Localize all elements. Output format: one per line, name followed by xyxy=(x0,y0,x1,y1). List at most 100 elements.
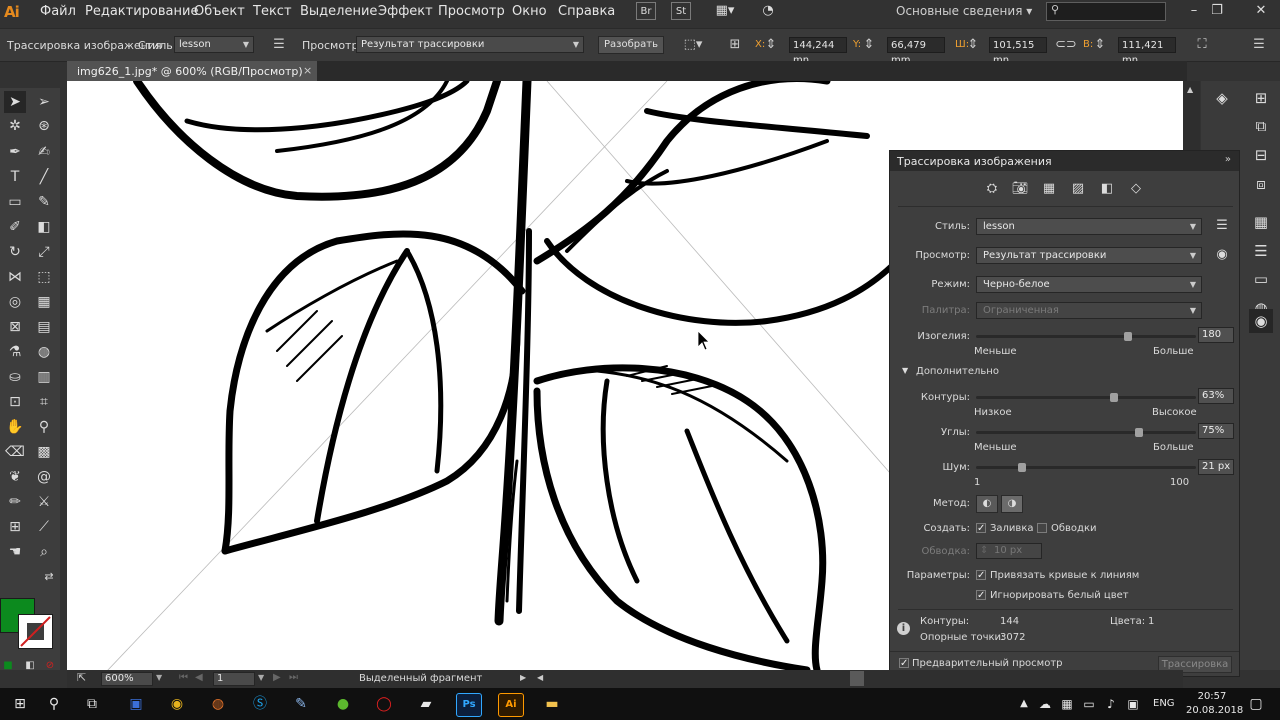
symbol-sprayer-icon[interactable]: ⛀ xyxy=(4,366,26,388)
gradient-mode-icon[interactable]: ◧ xyxy=(22,658,38,674)
artboard-tool-icon[interactable]: ⊡ xyxy=(4,391,26,413)
minimize-icon[interactable]: – xyxy=(1183,0,1205,22)
photoshop-icon[interactable]: Ps xyxy=(456,693,482,717)
menu-object[interactable]: Объект xyxy=(194,4,245,19)
menu-window[interactable]: Окно xyxy=(512,4,547,19)
image-trace-panel-icon[interactable]: ◉ xyxy=(1249,309,1273,333)
last-artboard-icon[interactable]: ⏭ xyxy=(289,672,298,683)
style-select[interactable]: lesson ▼ xyxy=(976,218,1202,235)
puppet-warp-icon[interactable]: ❦ xyxy=(4,466,26,488)
paintbrush-tool-icon[interactable]: ✎ xyxy=(33,191,55,213)
app-green-icon[interactable]: ● xyxy=(331,693,355,715)
align-panel-icon[interactable]: ⊟ xyxy=(1249,143,1273,167)
width-stepper-icon[interactable]: ⇕ xyxy=(966,36,980,54)
next-artboard-icon[interactable]: ▶ xyxy=(273,672,281,683)
firefox-icon[interactable]: ◍ xyxy=(206,693,230,715)
first-artboard-icon[interactable]: ⏮ xyxy=(179,672,188,683)
menu-icon[interactable]: ☰ xyxy=(1249,36,1269,54)
network-icon[interactable]: ▦ xyxy=(1058,693,1076,715)
abutting-method-icon[interactable]: ◐ xyxy=(976,495,998,513)
advanced-toggle[interactable]: Дополнительно xyxy=(916,366,999,377)
control-style-select[interactable]: lesson ▼ xyxy=(174,36,254,53)
shaper-tool-icon[interactable]: ✐ xyxy=(4,216,26,238)
height-field[interactable]: 111,421 mn xyxy=(1118,37,1176,66)
selection-tool-icon[interactable]: ➤ xyxy=(4,91,26,113)
type-tool-icon[interactable]: T xyxy=(4,166,26,188)
mesh-tool-icon[interactable]: ⊠ xyxy=(4,316,26,338)
preview-checkbox[interactable]: ✓ xyxy=(899,658,909,669)
free-transform-icon[interactable]: ⬚ xyxy=(33,266,55,288)
rotate-tool-icon[interactable]: ↻ xyxy=(4,241,26,263)
corners-field[interactable]: 75% xyxy=(1198,423,1234,439)
slider-thumb[interactable] xyxy=(1135,428,1143,437)
close-tab-icon[interactable]: × xyxy=(303,64,312,77)
lasso-icon[interactable]: ⊛ xyxy=(33,115,55,137)
menu-select[interactable]: Выделение xyxy=(300,4,377,19)
shape-builder-icon[interactable]: ◎ xyxy=(4,291,26,313)
twirl-tool-icon[interactable]: @ xyxy=(33,466,55,488)
cloud-icon[interactable]: ☁ xyxy=(1036,693,1054,715)
width-tool-icon[interactable]: ⋈ xyxy=(4,266,26,288)
triangle-down-icon[interactable]: ▼ xyxy=(902,366,908,375)
width-field[interactable]: 101,515 mn xyxy=(989,37,1047,66)
knife-tool-icon[interactable]: ⚔ xyxy=(33,491,55,513)
control-view-select[interactable]: Результат трассировки ▼ xyxy=(356,36,584,53)
workspace-switcher[interactable]: Основные сведения ▾ xyxy=(896,4,1032,18)
stroke-color-swatch[interactable] xyxy=(18,614,53,649)
transform-icon[interactable]: ⛶ xyxy=(1192,36,1212,54)
slice-tool-icon[interactable]: ⌗ xyxy=(33,391,55,413)
gradient-tool-icon[interactable]: ▤ xyxy=(33,316,55,338)
low-color-icon[interactable]: ▦ xyxy=(1039,179,1059,199)
artboard-icon[interactable]: ⊞ xyxy=(4,516,26,538)
snap-curves-checkbox[interactable]: ✓ xyxy=(976,570,986,581)
pencil-tool-icon[interactable]: ✏ xyxy=(4,491,26,513)
expand-button[interactable]: Разобрать xyxy=(598,36,664,54)
tray-expand-icon[interactable]: ▲ xyxy=(1016,693,1032,715)
paint-icon[interactable]: ✎ xyxy=(289,693,313,715)
battery-icon[interactable]: ▭ xyxy=(1080,693,1098,715)
live-paint-icon[interactable]: ▩ xyxy=(33,441,55,463)
gpu-performance-icon[interactable]: ◔ xyxy=(758,2,778,20)
mode-select[interactable]: Черно-белое ▼ xyxy=(976,276,1202,293)
corners-slider[interactable] xyxy=(976,428,1196,437)
zoom-icon[interactable]: ⌕ xyxy=(33,541,55,563)
measure-tool-icon[interactable]: ⟋ xyxy=(33,516,55,538)
skype-icon[interactable]: Ⓢ xyxy=(248,693,272,715)
illustrator-icon[interactable]: Ai xyxy=(498,693,524,717)
direct-selection-tool-icon[interactable]: ➢ xyxy=(33,91,55,113)
slider-thumb[interactable] xyxy=(1124,332,1133,341)
folder-icon[interactable]: ▬ xyxy=(540,693,564,715)
monitor-icon[interactable]: ▣ xyxy=(1124,693,1142,715)
prev-artboard-icon[interactable]: ◀ xyxy=(195,672,203,683)
eraser-tool-icon[interactable]: ◧ xyxy=(33,216,55,238)
line-tool-icon[interactable]: ╱ xyxy=(33,166,55,188)
artboard-dropdown-icon[interactable]: ▼ xyxy=(258,673,264,682)
gradient-panel-icon[interactable]: ▭ xyxy=(1249,267,1273,291)
search-input[interactable]: ⚲ xyxy=(1046,2,1166,21)
y-stepper-icon[interactable]: ⇕ xyxy=(862,36,876,54)
pathfinder-panel-icon[interactable]: ⧈ xyxy=(1249,172,1273,196)
rectangle-tool-icon[interactable]: ▭ xyxy=(4,191,26,213)
maximize-icon[interactable]: ❐ xyxy=(1206,0,1228,22)
notifications-icon[interactable]: ▢ xyxy=(1244,693,1268,715)
swap-colors-icon[interactable]: ⇄ xyxy=(38,566,60,588)
stock-button[interactable]: St xyxy=(671,2,691,20)
perspective-grid-icon[interactable]: ▦ xyxy=(33,291,55,313)
zoom-dropdown-icon[interactable]: ▼ xyxy=(156,673,162,682)
view-select[interactable]: Результат трассировки ▼ xyxy=(976,247,1202,264)
layers-icon[interactable]: ◈ xyxy=(1210,86,1234,110)
black-white-icon[interactable]: ◧ xyxy=(1097,179,1117,199)
menu-view[interactable]: Просмотр xyxy=(438,4,505,19)
collapse-panel-icon[interactable]: » xyxy=(1225,154,1231,165)
hand-tool-icon[interactable]: ✋ xyxy=(4,416,26,438)
fill-checkbox[interactable]: ✓ xyxy=(976,523,986,534)
zoom-tool-icon[interactable]: ⚲ xyxy=(33,416,55,438)
magic-wand-icon[interactable]: ✲ xyxy=(4,115,26,137)
reference-point-icon[interactable]: ⊞ xyxy=(725,36,745,54)
hand-icon[interactable]: ☚ xyxy=(4,541,26,563)
task-view-icon[interactable]: ⧉ xyxy=(80,693,104,715)
panel-header[interactable]: Трассировка изображения » xyxy=(890,151,1239,171)
high-color-icon[interactable]: 📷︎ xyxy=(1010,179,1030,199)
noise-slider[interactable] xyxy=(976,463,1196,472)
opera-icon[interactable]: ◯ xyxy=(372,693,396,715)
